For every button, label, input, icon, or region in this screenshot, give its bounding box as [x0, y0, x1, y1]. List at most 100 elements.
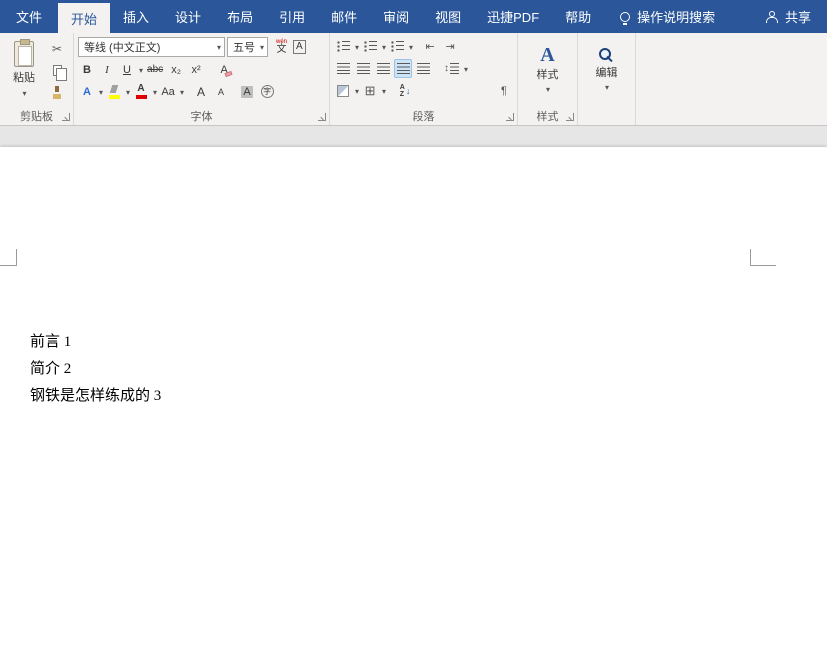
- borders-icon: ⊞: [365, 83, 376, 99]
- change-case-button[interactable]: Aa: [159, 82, 177, 101]
- phonetic-guide-button[interactable]: wén 文: [276, 39, 287, 55]
- decrease-indent-button[interactable]: [421, 37, 439, 56]
- align-center-button[interactable]: [354, 59, 372, 78]
- bullets-dropdown-icon[interactable]: [354, 41, 359, 53]
- shading-dropdown-icon[interactable]: [354, 85, 359, 97]
- paste-dropdown-icon: [21, 87, 26, 99]
- format-painter-icon: [52, 86, 62, 99]
- clear-formatting-button[interactable]: A: [215, 60, 233, 79]
- font-group-label: 字体: [74, 107, 329, 125]
- styles-button[interactable]: A 样式: [524, 37, 572, 103]
- editing-button[interactable]: 编辑: [583, 37, 631, 103]
- word-window: 文件 开始 插入 设计 布局 引用 邮件 审阅 视图 迅捷PDF 帮助 操作说明…: [0, 0, 827, 672]
- clipboard-icon: [14, 41, 34, 67]
- highlight-dropdown-icon[interactable]: [125, 86, 130, 98]
- sort-button[interactable]: A Z: [396, 81, 414, 100]
- shrink-font-button[interactable]: A: [212, 82, 230, 101]
- tab-references[interactable]: 引用: [266, 0, 318, 33]
- bold-button[interactable]: B: [78, 60, 96, 79]
- borders-button[interactable]: ⊞: [361, 81, 379, 100]
- character-border-button[interactable]: A: [293, 40, 306, 54]
- ribbon-tab-bar: 文件 开始 插入 设计 布局 引用 邮件 审阅 视图 迅捷PDF 帮助 操作说明…: [0, 0, 827, 33]
- font-color-glyph: A: [137, 84, 144, 94]
- tell-me-search[interactable]: 操作说明搜索: [620, 0, 715, 33]
- font-color-button[interactable]: A: [132, 82, 150, 101]
- justify-button[interactable]: [394, 59, 412, 78]
- underline-dropdown-icon[interactable]: [138, 64, 143, 76]
- font-name-combobox[interactable]: 等线 (中文正文): [78, 37, 225, 57]
- highlighter-pen-icon: [108, 85, 120, 94]
- font-size-combobox[interactable]: 五号: [227, 37, 268, 57]
- font-size-dropdown-icon: [256, 41, 264, 53]
- editing-group: 编辑: [578, 33, 636, 125]
- tab-home[interactable]: 开始: [58, 3, 110, 33]
- text-effects-dropdown-icon[interactable]: [98, 86, 103, 98]
- lightbulb-icon: [620, 12, 630, 22]
- strikethrough-button[interactable]: abc: [145, 60, 165, 79]
- tab-layout[interactable]: 布局: [214, 0, 266, 33]
- paste-button[interactable]: 粘贴: [4, 37, 44, 103]
- eraser-icon: [225, 71, 233, 77]
- tab-review[interactable]: 审阅: [370, 0, 422, 33]
- numbering-button[interactable]: [361, 37, 379, 56]
- clipboard-dialog-launcher[interactable]: [62, 113, 70, 121]
- enclose-characters-button[interactable]: 字: [258, 82, 276, 101]
- shading-button[interactable]: [334, 81, 352, 100]
- shading-icon: [337, 85, 349, 97]
- toc-line-2[interactable]: 简介 2: [30, 356, 827, 383]
- clipboard-group: 粘贴 剪贴板: [0, 33, 74, 125]
- paragraph-group: ⊞ A Z ¶ 段落: [330, 33, 518, 125]
- share-button[interactable]: 共享: [750, 0, 827, 33]
- tab-insert[interactable]: 插入: [110, 0, 162, 33]
- numbering-dropdown-icon[interactable]: [381, 41, 386, 53]
- superscript-button[interactable]: x²: [187, 60, 205, 79]
- tab-file[interactable]: 文件: [0, 0, 58, 33]
- show-hide-marks-button[interactable]: ¶: [495, 81, 513, 100]
- tab-design[interactable]: 设计: [162, 0, 214, 33]
- line-spacing-button[interactable]: [442, 59, 461, 78]
- italic-button[interactable]: I: [98, 60, 116, 79]
- grow-font-button[interactable]: A: [192, 82, 210, 101]
- bullets-button[interactable]: [334, 37, 352, 56]
- align-left-button[interactable]: [334, 59, 352, 78]
- align-right-button[interactable]: [374, 59, 392, 78]
- sort-a-glyph: A: [400, 84, 405, 91]
- highlight-color-bar: [109, 95, 120, 99]
- paragraph-dialog-launcher[interactable]: [506, 113, 514, 121]
- tab-pdf-addin[interactable]: 迅捷PDF: [474, 0, 552, 33]
- borders-dropdown-icon[interactable]: [381, 85, 386, 97]
- distribute-button[interactable]: [414, 59, 432, 78]
- toc-line-1[interactable]: 前言 1: [30, 329, 827, 356]
- crop-mark-left: [0, 249, 17, 266]
- styles-dialog-launcher[interactable]: [566, 113, 574, 121]
- line-spacing-dropdown-icon[interactable]: [463, 63, 468, 75]
- subscript-button[interactable]: x₂: [167, 60, 185, 79]
- multilevel-list-button[interactable]: [388, 37, 406, 56]
- share-label: 共享: [785, 7, 811, 26]
- font-name-value: 等线 (中文正文): [84, 39, 213, 55]
- toc-line-3[interactable]: 钢铁是怎样练成的 3: [30, 383, 827, 410]
- multilevel-dropdown-icon[interactable]: [408, 41, 413, 53]
- highlight-color-button[interactable]: [105, 82, 123, 101]
- font-group-label-text: 字体: [191, 108, 213, 124]
- font-dialog-launcher[interactable]: [318, 113, 326, 121]
- character-shading-glyph: A: [241, 86, 252, 98]
- cut-button[interactable]: [48, 39, 66, 58]
- underline-button[interactable]: U: [118, 60, 136, 79]
- copy-button[interactable]: [48, 61, 66, 80]
- tab-help[interactable]: 帮助: [552, 0, 604, 33]
- tab-view[interactable]: 视图: [422, 0, 474, 33]
- document-page[interactable]: 前言 1 简介 2 钢铁是怎样练成的 3: [0, 147, 827, 672]
- increase-indent-button[interactable]: [441, 37, 459, 56]
- font-color-dropdown-icon[interactable]: [152, 86, 157, 98]
- align-center-icon: [357, 63, 370, 74]
- editing-dropdown-icon: [604, 81, 609, 93]
- person-icon: [766, 11, 778, 23]
- character-shading-button[interactable]: A: [238, 82, 256, 101]
- magnifier-icon: [599, 48, 614, 63]
- numbering-icon: [364, 41, 377, 52]
- tab-mailings[interactable]: 邮件: [318, 0, 370, 33]
- change-case-dropdown-icon[interactable]: [179, 86, 184, 98]
- format-painter-button[interactable]: [48, 83, 66, 102]
- text-effects-button[interactable]: A: [78, 82, 96, 101]
